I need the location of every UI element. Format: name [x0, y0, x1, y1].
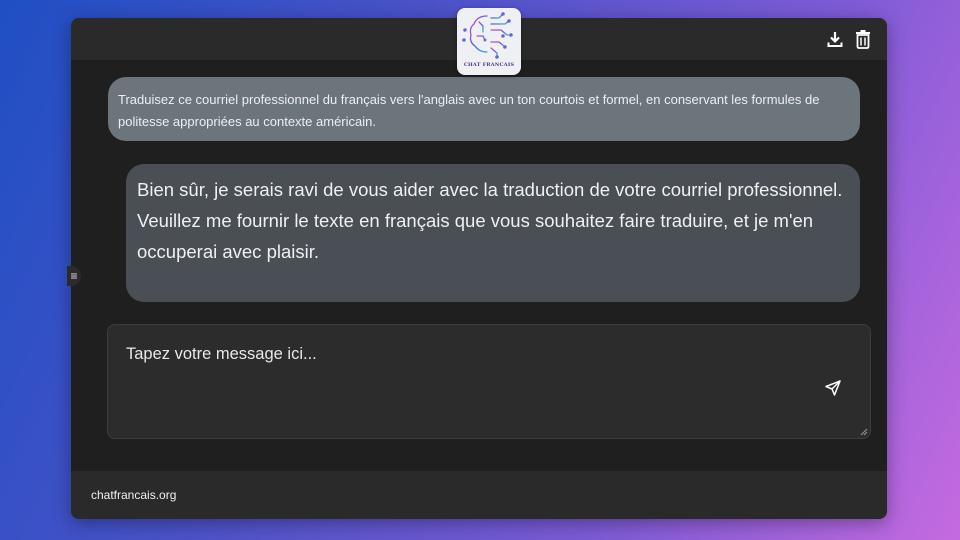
sidebar-toggle-glyph: ≡	[70, 269, 78, 283]
chat-window: Traduisez ce courriel professionnel du f…	[71, 18, 887, 519]
footer: chatfrancais.org	[71, 471, 887, 519]
message-composer	[107, 324, 871, 439]
app-logo: CHAT FRANCAIS	[457, 8, 521, 75]
top-actions	[825, 28, 873, 50]
footer-site-link[interactable]: chatfrancais.org	[91, 488, 176, 502]
message-input[interactable]	[108, 325, 870, 438]
assistant-message-text: Bien sûr, je serais ravi de vous aider a…	[137, 179, 843, 262]
assistant-message: Bien sûr, je serais ravi de vous aider a…	[126, 164, 860, 302]
resize-grip-icon[interactable]	[860, 428, 868, 436]
trash-icon[interactable]	[853, 28, 873, 50]
user-message-text: Traduisez ce courriel professionnel du f…	[118, 92, 820, 129]
download-icon[interactable]	[825, 28, 845, 50]
logo-text: CHAT FRANCAIS	[463, 62, 515, 68]
send-icon[interactable]	[822, 377, 844, 399]
user-message: Traduisez ce courriel professionnel du f…	[108, 77, 860, 141]
